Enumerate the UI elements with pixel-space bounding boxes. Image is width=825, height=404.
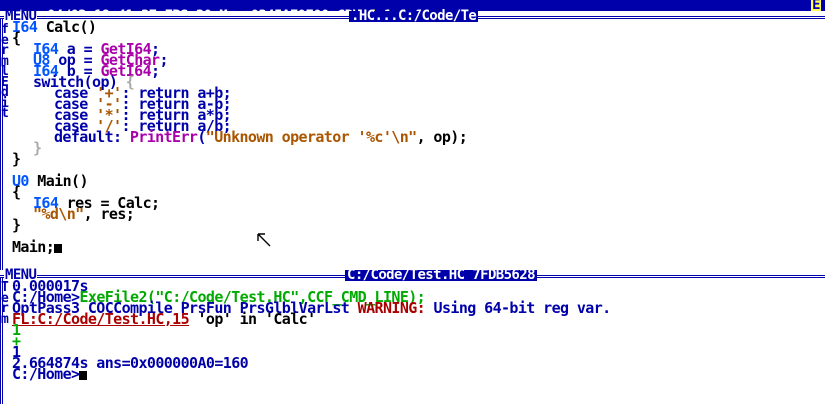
- code-line-12[interactable]: }: [33, 141, 42, 156]
- code-line-15[interactable]: {: [12, 185, 21, 200]
- term-line-4[interactable]: FL:C:/Code/Test.HC,15 'op' in 'Calc': [12, 312, 316, 327]
- code-line-11[interactable]: default: PrintErr("Unknown operator '%c'…: [54, 130, 468, 145]
- text-cursor: [54, 244, 63, 253]
- code-line-17[interactable]: "%d\n", res;: [33, 207, 135, 222]
- code-line-13[interactable]: }: [12, 152, 21, 167]
- editor-window-title[interactable]: .HC...C:/Code/Te: [349, 9, 479, 23]
- code-line-18[interactable]: }: [12, 218, 21, 233]
- code-line-1[interactable]: I64 Calc(): [12, 20, 97, 35]
- term-line-9[interactable]: C:/Home>: [12, 367, 88, 382]
- terminal-window-title[interactable]: C:/Code/Test.HC 7FDB5628: [345, 267, 537, 283]
- terminal-side-buttons[interactable]: T e r m: [1, 281, 9, 325]
- end-indicator[interactable]: E: [811, 0, 821, 12]
- task-id: 7FDB5628: [472, 267, 535, 283]
- side-btn-t[interactable]: t: [1, 107, 9, 119]
- editor-title-bar[interactable]: MENU .HC...C:/Code/Te: [0, 9, 825, 23]
- terminal-cursor: [79, 371, 88, 380]
- code-line-2[interactable]: {: [12, 31, 21, 46]
- file-link[interactable]: FL:C:/Code/Test.HC,15: [12, 310, 190, 328]
- code-line-19[interactable]: Main;: [12, 240, 63, 255]
- terminal-title-bar[interactable]: MENU C:/Code/Test.HC 7FDB5628: [0, 267, 825, 283]
- side-btn-m2[interactable]: m: [1, 313, 9, 325]
- code-line-14[interactable]: U0 Main(): [12, 174, 88, 189]
- editor-side-buttons[interactable]: f e r m l E d i t: [1, 23, 9, 119]
- mouse-pointer-icon: [257, 233, 271, 247]
